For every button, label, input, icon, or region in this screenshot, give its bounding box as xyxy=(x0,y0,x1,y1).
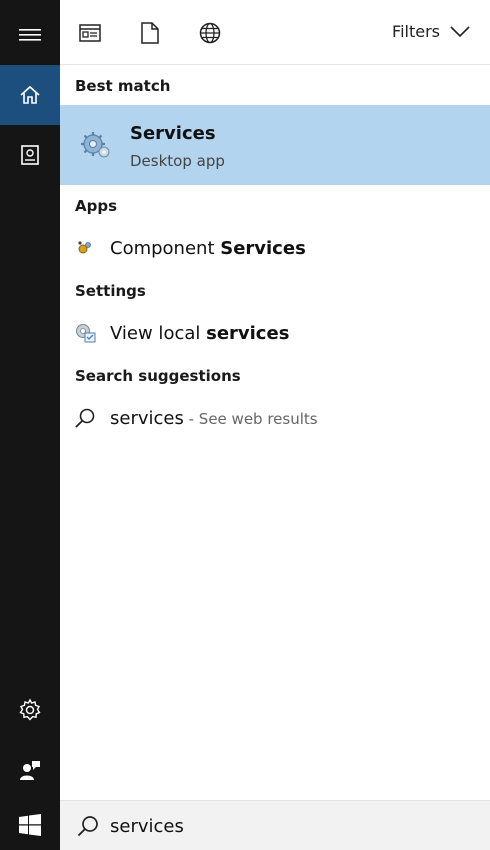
notebook-button[interactable] xyxy=(0,125,60,185)
settings-button[interactable] xyxy=(0,680,60,740)
documents-filter-button[interactable] xyxy=(137,20,163,46)
hamburger-menu-button[interactable] xyxy=(0,5,60,65)
home-button[interactable] xyxy=(0,65,60,125)
see-web-results-hint: - See web results xyxy=(183,409,318,428)
filter-toolbar: Filters xyxy=(60,0,490,65)
notebook-icon xyxy=(21,145,39,165)
local-services-settings-icon xyxy=(74,322,96,344)
best-match-result[interactable]: Services Desktop app xyxy=(60,105,490,185)
home-icon xyxy=(20,85,40,104)
document-icon xyxy=(141,22,159,44)
app-window-icon xyxy=(79,24,101,42)
chevron-down-icon xyxy=(450,25,470,37)
web-filter-button[interactable] xyxy=(197,20,223,46)
search-bar xyxy=(60,800,490,850)
windows-logo-icon xyxy=(19,814,41,836)
search-icon xyxy=(77,816,98,837)
hamburger-icon xyxy=(19,29,41,41)
search-icon xyxy=(74,407,96,429)
app-result-component-services[interactable]: Component Services xyxy=(60,228,490,268)
search-input[interactable] xyxy=(110,811,470,841)
left-rail xyxy=(0,0,60,850)
gear-icon xyxy=(19,698,41,721)
best-match-heading: Best match xyxy=(75,77,171,95)
results-pane: Best match Services Desktop app Apps Com… xyxy=(60,65,490,800)
suggestion-text: services - See web results xyxy=(110,407,318,429)
app-result-label: Component Services xyxy=(110,237,306,259)
best-match-title: Services xyxy=(130,123,216,144)
filters-label: Filters xyxy=(392,22,440,41)
globe-icon xyxy=(199,22,221,44)
apps-heading: Apps xyxy=(75,197,118,215)
apps-filter-button[interactable] xyxy=(77,20,103,46)
filters-dropdown[interactable]: Filters xyxy=(392,22,470,41)
services-gear-icon xyxy=(81,132,110,158)
feedback-button[interactable] xyxy=(0,740,60,800)
feedback-person-icon xyxy=(20,761,40,780)
setting-result-view-local-services[interactable]: View local services xyxy=(60,313,490,353)
best-match-subtitle: Desktop app xyxy=(130,152,225,170)
setting-result-label: View local services xyxy=(110,322,290,344)
start-button[interactable] xyxy=(0,800,60,850)
web-suggestion-services[interactable]: services - See web results xyxy=(60,398,490,438)
search-suggestions-heading: Search suggestions xyxy=(75,367,241,385)
component-services-icon xyxy=(74,237,96,259)
settings-heading: Settings xyxy=(75,282,146,300)
